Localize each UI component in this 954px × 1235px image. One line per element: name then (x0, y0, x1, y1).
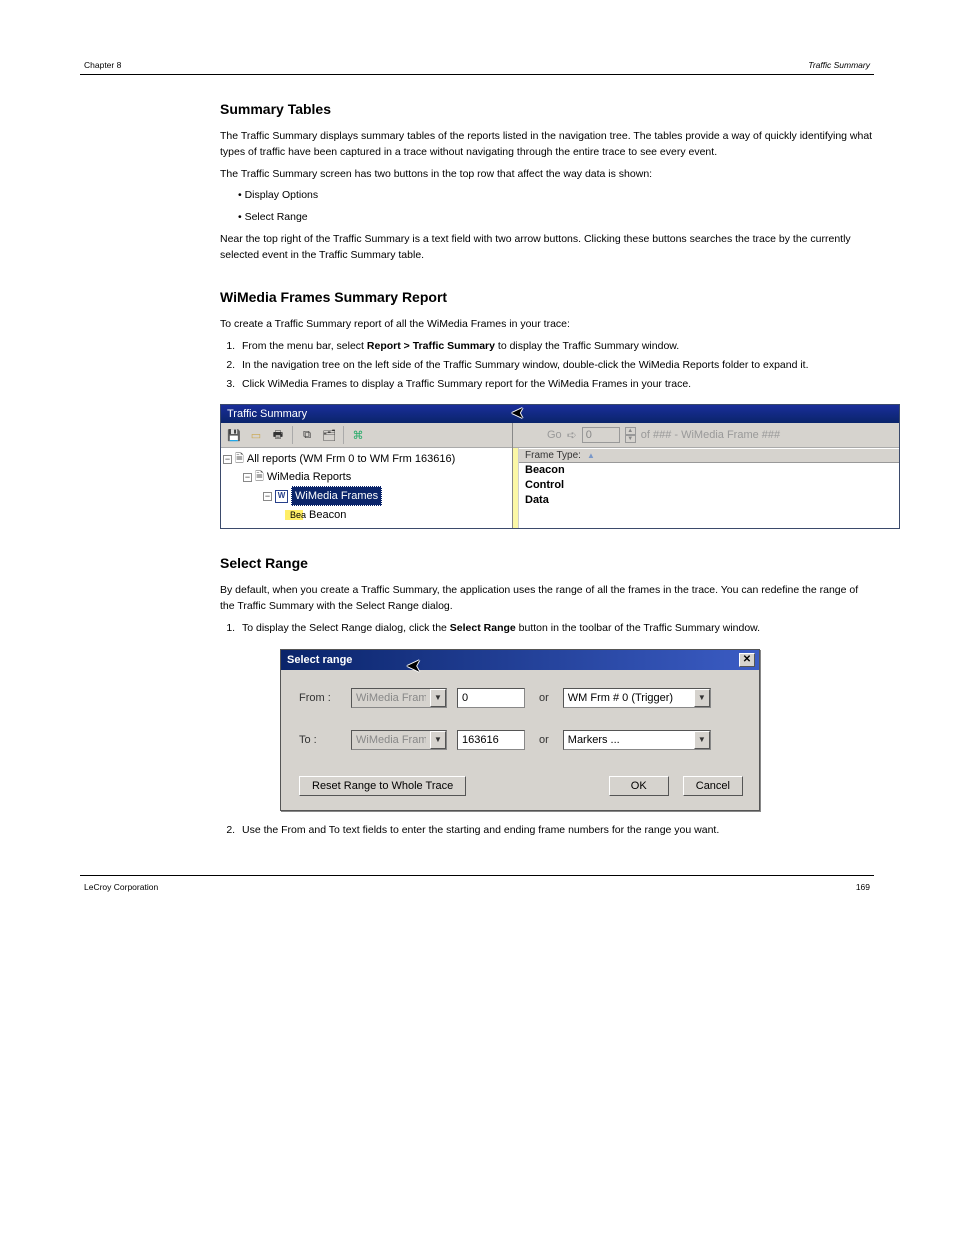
grid-row-beacon[interactable]: Beacon (519, 463, 899, 478)
go-arrow-icon[interactable]: ➪ (567, 428, 577, 442)
frame-type-grid: Frame Type:▲ Beacon Control Data (513, 448, 899, 528)
select-range-icon[interactable]: 🗂 (320, 426, 338, 444)
wimedia-icon: W (275, 490, 288, 503)
go-spinner[interactable]: ▲▼ (625, 427, 636, 443)
cancel-button[interactable]: Cancel (683, 776, 743, 796)
p-wimedia-intro: To create a Traffic Summary report of al… (220, 317, 874, 333)
header-rule (80, 74, 874, 75)
step-1: From the menu bar, select Report > Traff… (238, 339, 874, 355)
to-label: To : (299, 734, 341, 746)
to-marker-input (564, 732, 694, 748)
select-range-titlebar: Select range ✕ ➤ (281, 650, 759, 670)
bullet-display-options: Display Options (245, 189, 319, 201)
go-of-label: of ### - WiMedia Frame ### (641, 429, 780, 441)
ok-button[interactable]: OK (609, 776, 669, 796)
tree-root[interactable]: − 🗎 All reports (WM Frm 0 to WM Frm 1636… (223, 450, 510, 468)
from-marker-combo[interactable]: ▼ (563, 688, 711, 708)
sort-asc-icon: ▲ (587, 451, 595, 460)
header-title: Traffic Summary (808, 60, 870, 70)
cursor-icon: ➤ (511, 403, 524, 423)
dlg-step-1: To display the Select Range dialog, clic… (238, 621, 874, 637)
from-row: From : ▼ or ▼ (299, 688, 743, 708)
footer-page-number: 169 (856, 882, 870, 892)
tree-beacon-label: Beacon (309, 506, 346, 524)
footer-left: LeCroy Corporation (84, 882, 158, 892)
or-label: or (535, 734, 553, 746)
from-unit-combo[interactable]: ▼ (351, 688, 447, 708)
grid-row-data[interactable]: Data (519, 493, 899, 508)
ts-left-toolbar: 💾 ▭ 🖶 ⧉ 🗂 ⌘ (221, 423, 512, 448)
from-value-input[interactable] (457, 688, 525, 708)
folder-icon[interactable]: ▭ (247, 426, 265, 444)
tree-wimedia-reports-label: WiMedia Reports (267, 468, 351, 486)
step-3: Click WiMedia Frames to display a Traffi… (238, 377, 874, 393)
save-icon[interactable]: 💾 (225, 426, 243, 444)
select-range-dialog: Select range ✕ ➤ From : ▼ or ▼ To (280, 649, 760, 811)
to-row: To : ▼ or ▼ (299, 730, 743, 750)
step-2: In the navigation tree on the left side … (238, 358, 874, 374)
section-title-summary-tables: Summary Tables (220, 101, 874, 117)
close-icon[interactable]: ✕ (739, 653, 755, 667)
document-icon: 🗎 (255, 468, 264, 486)
from-label: From : (299, 692, 341, 704)
display-options-icon[interactable]: ⌘ (349, 426, 367, 444)
from-unit-input (352, 690, 430, 706)
to-value-input[interactable] (457, 730, 525, 750)
report-tree[interactable]: − 🗎 All reports (WM Frm 0 to WM Frm 1636… (221, 448, 512, 528)
document-icon: 🗎 (235, 450, 244, 468)
tree-wimedia-frames-label: WiMedia Frames (291, 486, 382, 506)
bullet-select-range: Select Range (245, 211, 308, 223)
grid-header-frame-type[interactable]: Frame Type:▲ (519, 448, 899, 463)
tree-beacon[interactable]: Bea Beacon (223, 506, 510, 524)
copy-icon[interactable]: ⧉ (298, 426, 316, 444)
dropdown-icon[interactable]: ▼ (694, 731, 710, 749)
tree-wimedia-frames[interactable]: − W WiMedia Frames (223, 486, 510, 506)
section-title-wimedia-frames: WiMedia Frames Summary Report (220, 289, 874, 305)
or-label: or (535, 692, 553, 704)
traffic-summary-window: Traffic Summary ➤ 💾 ▭ 🖶 ⧉ 🗂 ⌘ (220, 404, 900, 529)
p-summary-tables-1: The Traffic Summary displays summary tab… (220, 129, 874, 161)
dlg-step-2: Use the From and To text fields to enter… (238, 823, 874, 839)
tree-beacon-abbr: Bea (290, 506, 306, 524)
reset-range-button[interactable]: Reset Range to Whole Trace (299, 776, 466, 796)
to-unit-input (352, 732, 430, 748)
to-unit-combo[interactable]: ▼ (351, 730, 447, 750)
go-label: Go (547, 429, 562, 441)
dropdown-icon[interactable]: ▼ (430, 689, 446, 707)
collapse-icon[interactable]: − (223, 455, 232, 464)
grid-row-control[interactable]: Control (519, 478, 899, 493)
collapse-icon[interactable]: − (243, 473, 252, 482)
to-marker-combo[interactable]: ▼ (563, 730, 711, 750)
p-summary-tables-3: Near the top right of the Traffic Summar… (220, 232, 874, 264)
section-title-select-range: Select Range (220, 555, 874, 571)
dropdown-icon[interactable]: ▼ (430, 731, 446, 749)
p-summary-tables-2: The Traffic Summary screen has two butto… (220, 167, 874, 183)
header-chapter: Chapter 8 (84, 60, 121, 70)
print-icon[interactable]: 🖶 (269, 426, 287, 444)
dropdown-icon[interactable]: ▼ (694, 689, 710, 707)
ts-right-toolbar: Go ➪ ▲▼ of ### - WiMedia Frame ### (513, 423, 899, 448)
footer-rule (80, 875, 874, 876)
go-input (582, 427, 620, 443)
tree-root-label: All reports (WM Frm 0 to WM Frm 163616) (247, 450, 455, 468)
p-select-range: By default, when you create a Traffic Su… (220, 583, 874, 615)
tree-wimedia-reports[interactable]: − 🗎 WiMedia Reports (223, 468, 510, 486)
collapse-icon[interactable]: − (263, 492, 272, 501)
traffic-summary-titlebar: Traffic Summary ➤ (221, 405, 899, 423)
from-marker-input (564, 690, 694, 706)
